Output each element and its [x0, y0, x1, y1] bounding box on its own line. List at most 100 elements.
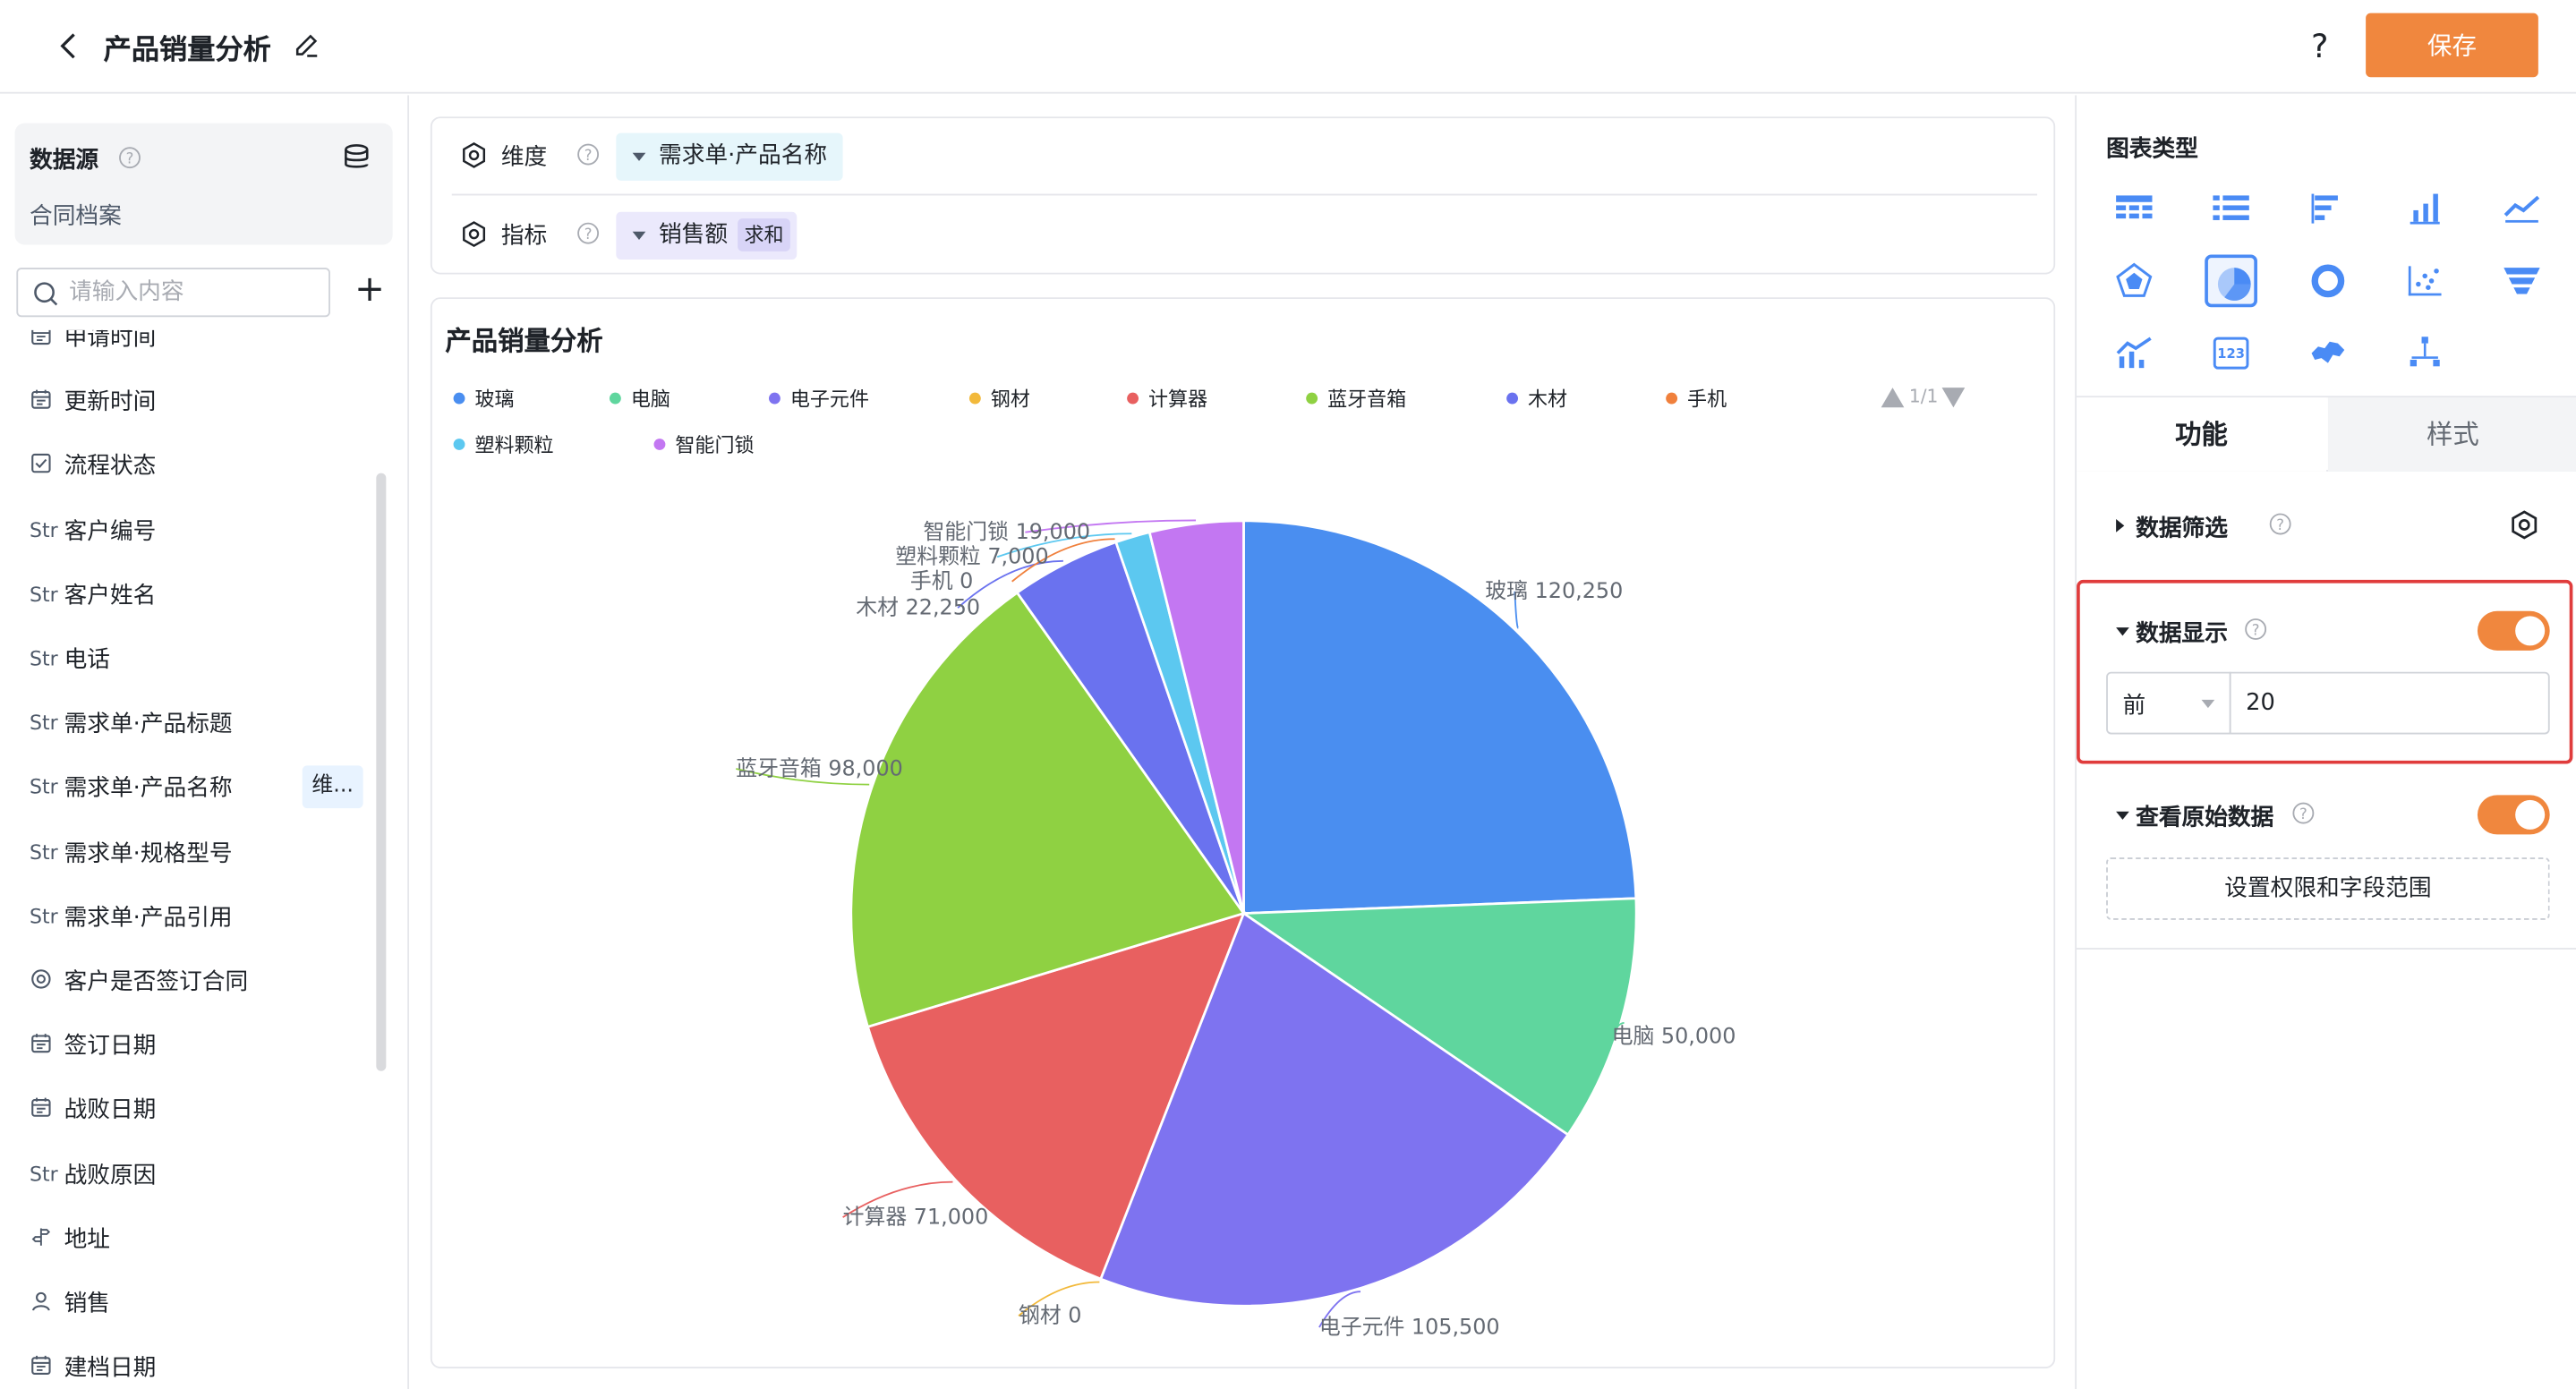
toggle-knob: [2515, 616, 2546, 646]
chart-type-funnel-icon[interactable]: [2495, 255, 2548, 308]
field-item[interactable]: 战败日期: [0, 1085, 378, 1134]
slice-data-label: 电脑 50,000: [1612, 1024, 1736, 1049]
data-display-toggle[interactable]: [2477, 610, 2550, 651]
chart-type-table-icon[interactable]: [2108, 183, 2161, 235]
edit-icon[interactable]: [293, 31, 322, 61]
svg-text:?: ?: [2299, 805, 2307, 822]
legend-dot: [1666, 392, 1678, 405]
field-label: 地址: [64, 1226, 110, 1254]
chevron-down-icon: [632, 231, 646, 240]
field-panel: 数据源 ? 合同档案 + 申请时间更新时间流程状态 Str客户编号 Str客户姓名 S…: [0, 95, 410, 1389]
chart-type-list-icon[interactable]: [2205, 183, 2257, 235]
svg-text:?: ?: [584, 226, 593, 243]
field-item[interactable]: Str 需求单·产品引用: [0, 891, 378, 941]
field-item[interactable]: 销售: [0, 1278, 378, 1327]
settings-icon[interactable]: [2509, 509, 2540, 541]
string-type-icon: Str: [30, 712, 58, 735]
legend-dot: [609, 392, 621, 405]
pager-up-icon[interactable]: [1881, 388, 1905, 408]
help-circle-icon[interactable]: ?: [2244, 618, 2267, 641]
settings-icon[interactable]: [460, 141, 488, 169]
calendar-icon: [30, 1032, 55, 1058]
field-item[interactable]: Str 需求单·规格型号: [0, 827, 378, 876]
data-display-section[interactable]: 数据显示 ?: [2116, 614, 2444, 647]
calendar-icon: [30, 388, 55, 414]
slice-data-label: 智能门锁 19,000: [924, 519, 1091, 544]
field-item[interactable]: 签订日期: [0, 1020, 378, 1069]
data-display-label: 数据显示: [2136, 620, 2228, 648]
datasource-name[interactable]: 合同档案: [30, 199, 122, 232]
tab-function[interactable]: 功能: [2077, 397, 2327, 472]
chart-type-donut-icon[interactable]: [2302, 255, 2355, 308]
legend-label: 智能门锁: [675, 433, 755, 457]
svg-text:?: ?: [126, 150, 134, 167]
add-field-button[interactable]: +: [352, 272, 388, 309]
slice-data-label: 钢材 0: [1019, 1303, 1081, 1328]
chart-type-number-card-icon[interactable]: 123: [2205, 327, 2257, 379]
pager-down-icon[interactable]: [1941, 388, 1966, 408]
field-usage-tag: 维...: [302, 766, 363, 809]
field-label: 战败日期: [64, 1097, 157, 1125]
chart-type-tree-icon[interactable]: [2399, 327, 2452, 379]
tab-style[interactable]: 样式: [2327, 397, 2576, 472]
field-item[interactable]: Str 客户编号: [0, 506, 378, 555]
top-select[interactable]: 前: [2106, 671, 2231, 735]
help-circle-icon[interactable]: ?: [2269, 513, 2292, 536]
settings-icon[interactable]: [460, 220, 488, 248]
field-item[interactable]: Str 电话: [0, 635, 378, 684]
top-select-value: 前: [2122, 693, 2146, 720]
chart-type-pie-icon[interactable]: [2205, 254, 2257, 308]
chart-card: 玻璃 120,250 电脑 50,000 电子元件 105,500 钢材 0 计算器 7…: [430, 297, 2056, 1368]
radio-icon: [30, 967, 55, 993]
dimension-chip[interactable]: 需求单·产品名称: [616, 132, 844, 181]
raw-data-toggle[interactable]: [2477, 795, 2550, 835]
database-switch-icon[interactable]: [342, 143, 371, 173]
back-icon[interactable]: [53, 30, 86, 63]
help-circle-icon[interactable]: ?: [2292, 802, 2316, 825]
datasource-title: 数据源: [30, 148, 99, 175]
field-label: 需求单·产品名称: [64, 776, 233, 803]
data-filter-section[interactable]: 数据筛选 ?: [2116, 509, 2560, 542]
chart-type-combo-icon[interactable]: [2108, 327, 2161, 379]
string-type-icon: Str: [30, 1162, 58, 1186]
svg-text:?: ?: [584, 147, 593, 164]
scrollbar[interactable]: [376, 473, 387, 1071]
chart-type-bar-vertical-icon[interactable]: [2399, 183, 2452, 235]
chart-type-bar-horizontal-icon[interactable]: [2302, 183, 2355, 235]
field-item[interactable]: Str 需求单·产品标题: [0, 698, 378, 747]
data-filter-label: 数据筛选: [2136, 516, 2228, 542]
help-circle-icon[interactable]: ?: [118, 146, 141, 169]
chart-type-radar-icon[interactable]: [2108, 255, 2161, 308]
legend-label: 塑料颗粒: [474, 433, 554, 457]
permission-button[interactable]: 设置权限和字段范围: [2106, 857, 2550, 920]
field-item[interactable]: 更新时间: [0, 377, 378, 426]
measure-chip-label: 销售额: [659, 221, 729, 249]
search-input[interactable]: [69, 276, 316, 310]
top-count-input[interactable]: [2229, 671, 2550, 735]
help-circle-icon[interactable]: ?: [576, 222, 600, 245]
string-type-icon: Str: [30, 776, 58, 799]
measure-row: 指标 ? 销售额 求和: [432, 197, 2057, 274]
caret-down-icon: [2116, 627, 2129, 636]
string-type-icon: Str: [30, 647, 58, 670]
field-item[interactable]: Str 客户姓名: [0, 570, 378, 619]
chart-type-map-icon[interactable]: [2302, 327, 2355, 379]
save-button[interactable]: 保存: [2366, 13, 2538, 78]
field-item[interactable]: 流程状态: [0, 441, 378, 490]
field-item[interactable]: Str 需求单·产品名称 维...: [0, 763, 378, 812]
string-type-icon: Str: [30, 904, 58, 928]
field-item[interactable]: Str 战败原因: [0, 1149, 378, 1198]
legend-dot: [1506, 392, 1519, 405]
legend-label: 计算器: [1148, 388, 1208, 411]
field-item[interactable]: 地址: [0, 1214, 378, 1263]
help-circle-icon[interactable]: ?: [576, 143, 600, 166]
raw-data-section[interactable]: 查看原始数据 ?: [2116, 798, 2444, 831]
field-item[interactable]: 建档日期: [0, 1342, 378, 1389]
field-item[interactable]: 申请时间: [0, 329, 378, 362]
measure-label: 指标: [500, 223, 548, 250]
chart-type-scatter-icon[interactable]: [2399, 255, 2452, 308]
field-item[interactable]: 客户是否签订合同: [0, 956, 378, 1005]
chart-type-line-icon[interactable]: [2495, 183, 2548, 235]
measure-chip[interactable]: 销售额 求和: [616, 211, 798, 260]
help-button[interactable]: ?: [2300, 23, 2340, 69]
